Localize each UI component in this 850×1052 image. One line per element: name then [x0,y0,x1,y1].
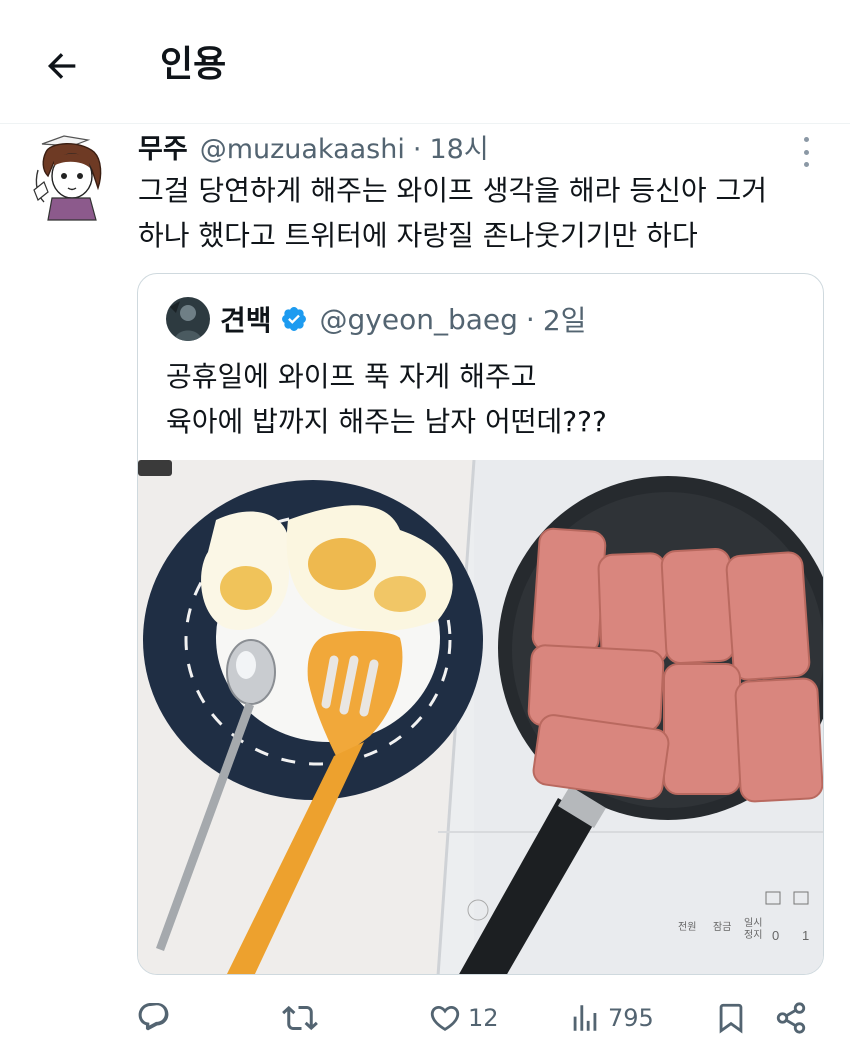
quoted-author-handle[interactable]: @gyeon_baeg [320,303,518,336]
cartoon-avatar-image [28,130,110,222]
like-button[interactable]: 12 [428,996,499,1040]
tweet-action-bar: 12 795 [0,990,850,1046]
svg-text:잠금: 잠금 [713,921,731,933]
share-icon [776,1002,806,1034]
separator-dot: · [412,134,422,165]
tweet-timestamp[interactable]: 18시 [429,128,488,172]
author-handle[interactable]: @muzuakaashi [200,128,405,172]
retweet-icon [282,1005,318,1031]
page-title: 인용 [160,44,227,85]
quoted-text-line: 공휴일에 와이프 푹 자게 해주고 [166,360,537,393]
quoted-avatar[interactable] [166,297,210,341]
reply-button[interactable] [136,996,178,1040]
like-count: 12 [468,1004,499,1032]
svg-text:일시: 일시 [744,917,762,929]
back-button[interactable] [40,44,84,88]
more-options-button[interactable] [795,134,817,170]
more-dot-icon [803,149,809,155]
quoted-author-name[interactable]: 견백 [220,299,272,339]
avatar[interactable] [28,130,110,222]
svg-text:정지: 정지 [744,929,762,941]
quoted-avatar-image [166,297,210,341]
bookmark-icon [719,1003,743,1034]
arrow-left-icon [47,53,76,79]
tweet-author-row: 무주 @muzuakaashi · 18시 [138,128,489,172]
tweet-text-line: 하나 했다고 트위터에 자랑질 존나웃기기만 하다 [138,219,698,252]
quoted-timestamp[interactable]: 2일 [543,299,587,339]
separator-dot: · [525,302,535,336]
author-name[interactable]: 무주 [138,128,188,172]
quoted-text-line: 육아에 밥까지 해주는 남자 어떤데??? [166,405,607,438]
reply-icon [138,1003,169,1031]
tweet-text: 그걸 당연하게 해주는 와이프 생각을 해라 등신아 그거 하나 했다고 트위터… [138,168,838,258]
views-icon [573,1005,597,1031]
bookmark-button[interactable] [714,996,748,1040]
quoted-author-row: 견백 @gyeon_baeg · 2일 [220,296,586,342]
views-count: 795 [608,1004,654,1032]
svg-text:0: 0 [772,928,779,943]
views-button[interactable]: 795 [568,996,654,1040]
spam-slices [527,527,823,803]
retweet-button[interactable] [282,996,324,1040]
heart-icon [430,1005,460,1031]
more-dot-icon [803,137,809,142]
quoted-tweet-card[interactable]: 견백 @gyeon_baeg · 2일 공휴일에 와이프 푹 자게 해주고 육아… [137,273,824,975]
svg-text:전원: 전원 [678,921,696,933]
share-button[interactable] [774,996,808,1040]
svg-text:1: 1 [802,928,809,943]
quoted-tweet-text: 공휴일에 와이프 푹 자게 해주고 육아에 밥까지 해주는 남자 어떤데??? [166,354,607,444]
tweet-text-line: 그걸 당연하게 해주는 와이프 생각을 해라 등신아 그거 [138,174,768,207]
top-bar: 인용 [0,0,850,124]
quoted-photo[interactable]: 전원 잠금 일시 정지 0 1 [138,460,824,975]
more-dot-icon [803,162,809,167]
verified-badge-icon [281,307,306,331]
